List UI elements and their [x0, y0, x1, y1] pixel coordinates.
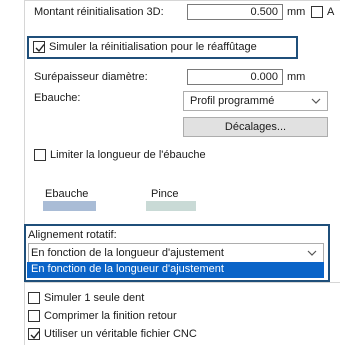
blank-color-swatch[interactable]: [43, 201, 96, 211]
chuck-color-swatch[interactable]: [146, 201, 196, 211]
use-real-cnc-checkbox[interactable]: [28, 328, 40, 340]
blank-type-selected: Profil programmé: [190, 95, 275, 107]
simulate-resharpen-checkbox[interactable]: [33, 41, 45, 53]
diameter-overstock-unit: mm: [287, 71, 306, 83]
limit-blank-length-checkbox[interactable]: [34, 149, 46, 161]
blank-color-label: Ebauche: [45, 188, 89, 200]
chevron-down-icon: [311, 98, 321, 104]
use-real-cnc-label: Utiliser un véritable fichier CNC: [44, 328, 197, 340]
simulate-one-tooth-label: Simuler 1 seule dent: [44, 292, 145, 304]
blank-label: Ebauche:: [34, 92, 81, 104]
reset-amount-unit: mm: [287, 6, 306, 18]
rotary-alignment-label: Alignement rotatif:: [28, 229, 117, 241]
compress-finish-return-label: Comprimer la finition retour: [44, 310, 177, 322]
checkmark-icon: [30, 331, 40, 340]
axis-a-checkbox[interactable]: [311, 6, 323, 18]
blank-type-dropdown[interactable]: Profil programmé: [183, 91, 328, 111]
simulate-resharpen-label: Simuler la réinitialisation pour le réaf…: [49, 41, 257, 53]
axis-a-label: A: [327, 6, 335, 18]
simulate-one-tooth-checkbox[interactable]: [28, 292, 40, 304]
chevron-down-icon: [307, 250, 317, 256]
rotary-alignment-dropdown[interactable]: En fonction de la longueur d'ajustement: [28, 243, 324, 263]
rotary-alignment-selected: En fonction de la longueur d'ajustement: [31, 247, 224, 259]
diameter-overstock-input[interactable]: 0.000: [187, 69, 283, 85]
limit-blank-length-label: Limiter la longueur de l'ébauche: [50, 149, 206, 161]
diameter-overstock-label: Surépaisseur diamètre:: [34, 71, 148, 83]
reset-amount-label: Montant réinitialisation 3D:: [34, 6, 164, 18]
rotary-alignment-option[interactable]: En fonction de la longueur d'ajustement: [27, 262, 324, 278]
offsets-button[interactable]: Décalages...: [183, 117, 328, 137]
checkmark-icon: [35, 44, 45, 53]
reset-amount-input[interactable]: 0.500: [187, 4, 283, 20]
compress-finish-return-checkbox[interactable]: [28, 310, 40, 322]
chuck-color-label: Pince: [151, 188, 179, 200]
